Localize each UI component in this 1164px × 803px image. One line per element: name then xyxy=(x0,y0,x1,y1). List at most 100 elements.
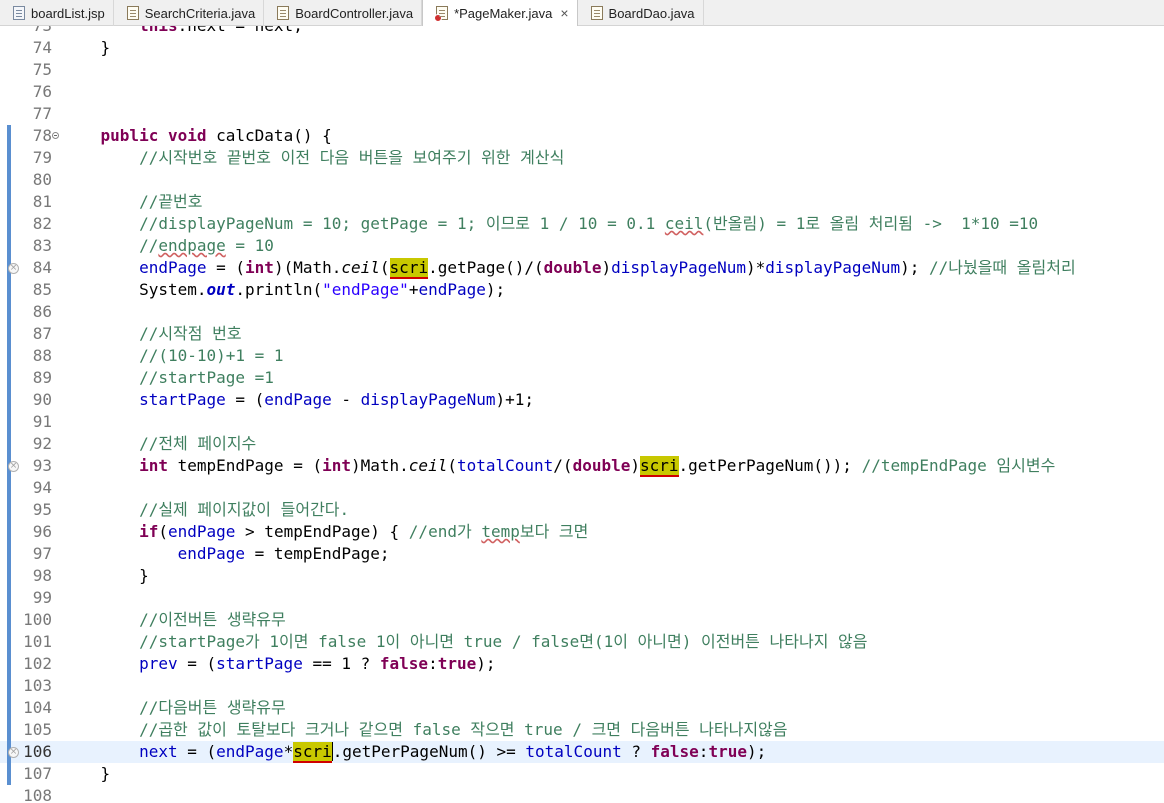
code-line[interactable]: 75 xyxy=(0,59,1164,81)
code-line[interactable]: 80 xyxy=(0,169,1164,191)
line-number: 86 xyxy=(32,302,52,321)
tab-boardlist-jsp[interactable]: boardList.jsp xyxy=(0,0,114,26)
code-token: endPage xyxy=(216,742,284,761)
change-ruler-marker xyxy=(7,235,11,257)
code-token: )Math. xyxy=(351,456,409,475)
code-text: System.out.println("endPage"+endPage); xyxy=(62,279,505,301)
code-line[interactable]: 103 xyxy=(0,675,1164,697)
tab-label: SearchCriteria.java xyxy=(144,5,256,21)
line-number: 105 xyxy=(23,720,52,739)
java-file-icon xyxy=(590,6,603,20)
code-line[interactable]: 90 startPage = (endPage - displayPageNum… xyxy=(0,389,1164,411)
code-token: ); xyxy=(746,742,767,761)
code-token: startPage xyxy=(216,654,303,673)
code-token: displayPageNum xyxy=(360,390,496,409)
line-number: 89 xyxy=(32,368,52,387)
code-line[interactable]: 74 } xyxy=(0,37,1164,59)
tab-searchcriteria-java[interactable]: SearchCriteria.java xyxy=(114,0,265,26)
code-line[interactable]: 85 System.out.println("endPage"+endPage)… xyxy=(0,279,1164,301)
code-line[interactable]: 89 //startPage =1 xyxy=(0,367,1164,389)
fold-toggle-icon[interactable] xyxy=(52,132,59,139)
code-token: )(Math. xyxy=(273,258,342,277)
change-ruler-marker xyxy=(7,367,11,389)
code-line[interactable]: 78 public void calcData() { xyxy=(0,125,1164,147)
code-line[interactable]: 86 xyxy=(0,301,1164,323)
close-tab-icon[interactable]: × xyxy=(560,5,568,21)
change-ruler-marker xyxy=(7,477,11,499)
line-number: 84 xyxy=(32,258,52,277)
code-token: )* xyxy=(745,258,766,277)
code-line[interactable]: 95 //실제 페이지값이 들어간다. xyxy=(0,499,1164,521)
code-token: "endPage" xyxy=(322,280,409,299)
code-line[interactable]: 104 //다음버튼 생략유무 xyxy=(0,697,1164,719)
code-line[interactable]: 87 //시작점 번호 xyxy=(0,323,1164,345)
change-ruler-marker xyxy=(7,389,11,411)
change-ruler-marker xyxy=(7,125,11,147)
code-token: displayPageNum xyxy=(765,258,901,277)
code-token: scri xyxy=(389,258,429,279)
change-ruler-marker xyxy=(7,499,11,521)
code-line[interactable]: 97 endPage = tempEndPage; xyxy=(0,543,1164,565)
code-token: temp xyxy=(481,522,520,541)
code-line[interactable]: 92 //전체 페이지수 xyxy=(0,433,1164,455)
code-line[interactable]: 82 //displayPageNum = 10; getPage = 1; 이… xyxy=(0,213,1164,235)
tab-pagemaker-java[interactable]: *PageMaker.java × xyxy=(422,0,578,26)
code-line[interactable]: 101 //startPage가 1이면 false 1이 아니면 true /… xyxy=(0,631,1164,653)
code-text: endPage = tempEndPage; xyxy=(62,543,390,565)
code-token: //나눴을때 올림처리 xyxy=(929,258,1076,277)
code-line[interactable]: 79 //시작번호 끝번호 이전 다음 버튼을 보여주기 위한 계산식 xyxy=(0,147,1164,169)
code-line[interactable]: 94 xyxy=(0,477,1164,499)
code-line[interactable]: 73 this.next = next; xyxy=(0,26,1164,37)
tab-boarddao-java[interactable]: BoardDao.java xyxy=(578,0,704,26)
code-editor[interactable]: 73 this.next = next;74 }75767778 public … xyxy=(0,26,1164,803)
code-token: if xyxy=(139,522,159,541)
code-token: .getPerPageNum() >= xyxy=(332,742,526,761)
line-number: 107 xyxy=(23,764,52,783)
code-line[interactable]: 76 xyxy=(0,81,1164,103)
code-line[interactable]: × 93 int tempEndPage = (int)Math.ceil(tot… xyxy=(0,455,1164,477)
line-number: 101 xyxy=(23,632,52,651)
code-text: startPage = (endPage - displayPageNum)+1… xyxy=(62,389,534,411)
code-line[interactable]: × 84 endPage = (int)(Math.ceil(scri.getPa… xyxy=(0,257,1164,279)
code-token: > tempEndPage) { xyxy=(235,522,409,541)
line-number: 88 xyxy=(32,346,52,365)
code-text: //시작점 번호 xyxy=(62,323,242,345)
code-line[interactable]: 81 //끝번호 xyxy=(0,191,1164,213)
code-line[interactable]: × 106 next = (endPage*scri.getPerPageNum(… xyxy=(0,741,1164,763)
tab-label: boardList.jsp xyxy=(31,5,105,21)
code-line[interactable]: 105 //곱한 값이 토탈보다 크거나 같으면 false 작으면 true … xyxy=(0,719,1164,741)
code-line[interactable]: 96 if(endPage > tempEndPage) { //end가 te… xyxy=(0,521,1164,543)
tab-boardcontroller-java[interactable]: BoardController.java xyxy=(264,0,423,26)
code-token: ceil xyxy=(408,456,448,475)
line-number: 80 xyxy=(32,170,52,189)
line-number: 97 xyxy=(32,544,52,563)
code-line[interactable]: 83 //endpage = 10 xyxy=(0,235,1164,257)
code-line[interactable]: 77 xyxy=(0,103,1164,125)
code-token: //end가 xyxy=(408,522,482,541)
change-ruler-marker xyxy=(7,587,11,609)
line-number: 78 xyxy=(32,126,52,145)
change-ruler-marker xyxy=(7,433,11,455)
code-line[interactable]: 102 prev = (startPage == 1 ? false:true)… xyxy=(0,653,1164,675)
code-line[interactable]: 98 } xyxy=(0,565,1164,587)
code-line[interactable]: 107 } xyxy=(0,763,1164,785)
code-token: endPage xyxy=(167,522,236,541)
code-line[interactable]: 100 //이전버튼 생략유무 xyxy=(0,609,1164,631)
code-line[interactable]: 91 xyxy=(0,411,1164,433)
code-token: ); xyxy=(900,258,929,277)
code-token: - xyxy=(331,390,361,409)
code-token: * xyxy=(283,742,294,761)
code-token: false xyxy=(650,742,699,761)
change-ruler-marker xyxy=(7,565,11,587)
code-line[interactable]: 108 xyxy=(0,785,1164,803)
code-line[interactable]: 88 //(10-10)+1 = 1 xyxy=(0,345,1164,367)
code-text: //displayPageNum = 10; getPage = 1; 이므로 … xyxy=(62,213,1038,235)
code-line[interactable]: 99 xyxy=(0,587,1164,609)
code-token: ); xyxy=(485,280,506,299)
